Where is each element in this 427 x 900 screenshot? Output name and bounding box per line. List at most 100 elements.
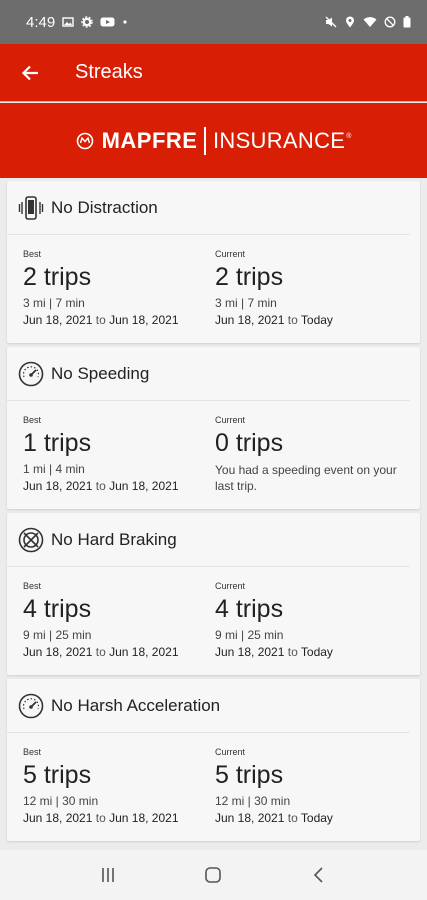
range-to: to: [287, 811, 298, 825]
current-date-range: Jun 18, 2021 to Today: [215, 811, 407, 825]
range-to: to: [95, 645, 106, 659]
range-to: to: [95, 479, 106, 493]
best-distance: 1 mi | 4 min: [23, 462, 85, 476]
status-bar: 4:49: [0, 0, 427, 44]
range-end: Jun 18, 2021: [109, 811, 179, 825]
card-body: Best 1 trips 1 mi | 4 min Jun 18, 2021 t…: [7, 401, 420, 494]
mute-icon: [325, 16, 337, 28]
dot-icon: [123, 20, 127, 24]
speedometer-icon: [17, 692, 45, 720]
system-back-button[interactable]: [299, 855, 339, 895]
gear-icon: [81, 16, 93, 28]
app-bar: Streaks: [0, 44, 427, 102]
current-label: Current: [215, 249, 246, 259]
brand-banner: MAPFRE INSURANCE ®: [0, 103, 427, 178]
range-end: Today: [300, 313, 333, 327]
do-not-disturb-icon: [384, 16, 396, 28]
wifi-icon: [363, 17, 377, 27]
current-value: 0 trips: [215, 429, 284, 457]
home-icon: [205, 867, 222, 883]
best-column: Best 5 trips 12 mi | 30 min Jun 18, 2021…: [23, 747, 215, 825]
mapfre-logo: MAPFRE INSURANCE ®: [76, 126, 352, 155]
card-header: No Hard Braking: [7, 513, 410, 567]
range-end: Jun 18, 2021: [109, 479, 179, 493]
range-start: Jun 18, 2021: [23, 313, 93, 327]
youtube-icon: [100, 17, 115, 27]
current-value: 4 trips: [215, 595, 284, 623]
current-column: Current 0 trips You had a speeding event…: [215, 415, 407, 494]
streak-card-no-distraction: No Distraction Best 2 trips 3 mi | 7 min…: [7, 181, 420, 343]
best-value: 5 trips: [23, 761, 92, 789]
best-column: Best 2 trips 3 mi | 7 min Jun 18, 2021 t…: [23, 249, 215, 327]
range-start: Jun 18, 2021: [23, 479, 93, 493]
range-end: Jun 18, 2021: [109, 645, 179, 659]
range-end: Today: [300, 811, 333, 825]
current-value: 5 trips: [215, 761, 284, 789]
current-distance: 9 mi | 25 min: [215, 628, 284, 642]
logo-brand: MAPFRE: [101, 127, 198, 153]
speedometer-icon: [17, 360, 45, 388]
system-nav-bar: [0, 850, 427, 900]
best-label: Best: [23, 581, 42, 591]
back-icon: [314, 867, 323, 883]
range-start: Jun 18, 2021: [215, 645, 285, 659]
current-column: Current 2 trips 3 mi | 7 min Jun 18, 202…: [215, 249, 407, 327]
best-label: Best: [23, 415, 42, 425]
arrow-left-icon: [21, 65, 38, 80]
brake-icon: [17, 526, 45, 554]
logo-divider: [204, 126, 206, 155]
card-header: No Harsh Acceleration: [7, 679, 410, 733]
range-start: Jun 18, 2021: [215, 811, 285, 825]
current-date-range: Jun 18, 2021 to Today: [215, 645, 407, 659]
best-value: 4 trips: [23, 595, 92, 623]
streak-card-no-speeding: No Speeding Best 1 trips 1 mi | 4 min Ju…: [7, 347, 420, 509]
card-title: No Hard Braking: [51, 529, 177, 549]
range-to: to: [287, 313, 298, 327]
home-button[interactable]: [193, 855, 233, 895]
back-button[interactable]: [1, 44, 59, 102]
card-title: No Harsh Acceleration: [51, 695, 221, 715]
best-date-range: Jun 18, 2021 to Jun 18, 2021: [23, 479, 215, 493]
best-date-range: Jun 18, 2021 to Jun 18, 2021: [23, 645, 215, 659]
range-start: Jun 18, 2021: [215, 313, 285, 327]
card-body: Best 4 trips 9 mi | 25 min Jun 18, 2021 …: [7, 567, 420, 659]
best-distance: 12 mi | 30 min: [23, 794, 99, 808]
recents-icon: [102, 868, 114, 882]
streaks-list: No Distraction Best 2 trips 3 mi | 7 min…: [7, 181, 420, 845]
logo-registered-mark: ®: [346, 132, 352, 140]
card-body: Best 2 trips 3 mi | 7 min Jun 18, 2021 t…: [7, 235, 420, 327]
battery-icon: [403, 16, 411, 28]
current-distance: 3 mi | 7 min: [215, 296, 277, 310]
card-title: No Speeding: [51, 363, 150, 383]
streak-card-no-harsh-acceleration: No Harsh Acceleration Best 5 trips 12 mi…: [7, 679, 420, 841]
card-body: Best 5 trips 12 mi | 30 min Jun 18, 2021…: [7, 733, 420, 825]
range-to: to: [95, 313, 106, 327]
current-value: 2 trips: [215, 263, 284, 291]
page-title: Streaks: [75, 61, 143, 83]
current-date-range: Jun 18, 2021 to Today: [215, 313, 407, 327]
current-label: Current: [215, 415, 246, 425]
range-end: Jun 18, 2021: [109, 313, 179, 327]
range-start: Jun 18, 2021: [23, 811, 93, 825]
current-column: Current 5 trips 12 mi | 30 min Jun 18, 2…: [215, 747, 407, 825]
recents-button[interactable]: [88, 855, 128, 895]
best-distance: 3 mi | 7 min: [23, 296, 85, 310]
current-label: Current: [215, 747, 246, 757]
mapfre-emblem-icon: [76, 132, 93, 149]
location-icon: [346, 16, 354, 28]
card-header: No Distraction: [7, 181, 410, 235]
logo-suffix: INSURANCE: [212, 127, 346, 153]
best-value: 2 trips: [23, 263, 92, 291]
range-to: to: [287, 645, 298, 659]
range-start: Jun 18, 2021: [23, 645, 93, 659]
phone-vibrate-icon: [17, 194, 45, 222]
best-column: Best 4 trips 9 mi | 25 min Jun 18, 2021 …: [23, 581, 215, 659]
best-label: Best: [23, 747, 42, 757]
image-icon: [62, 17, 74, 27]
best-date-range: Jun 18, 2021 to Jun 18, 2021: [23, 313, 215, 327]
best-date-range: Jun 18, 2021 to Jun 18, 2021: [23, 811, 215, 825]
range-end: Today: [300, 645, 333, 659]
best-distance: 9 mi | 25 min: [23, 628, 92, 642]
card-title: No Distraction: [51, 197, 158, 217]
streak-card-no-hard-braking: No Hard Braking Best 4 trips 9 mi | 25 m…: [7, 513, 420, 675]
